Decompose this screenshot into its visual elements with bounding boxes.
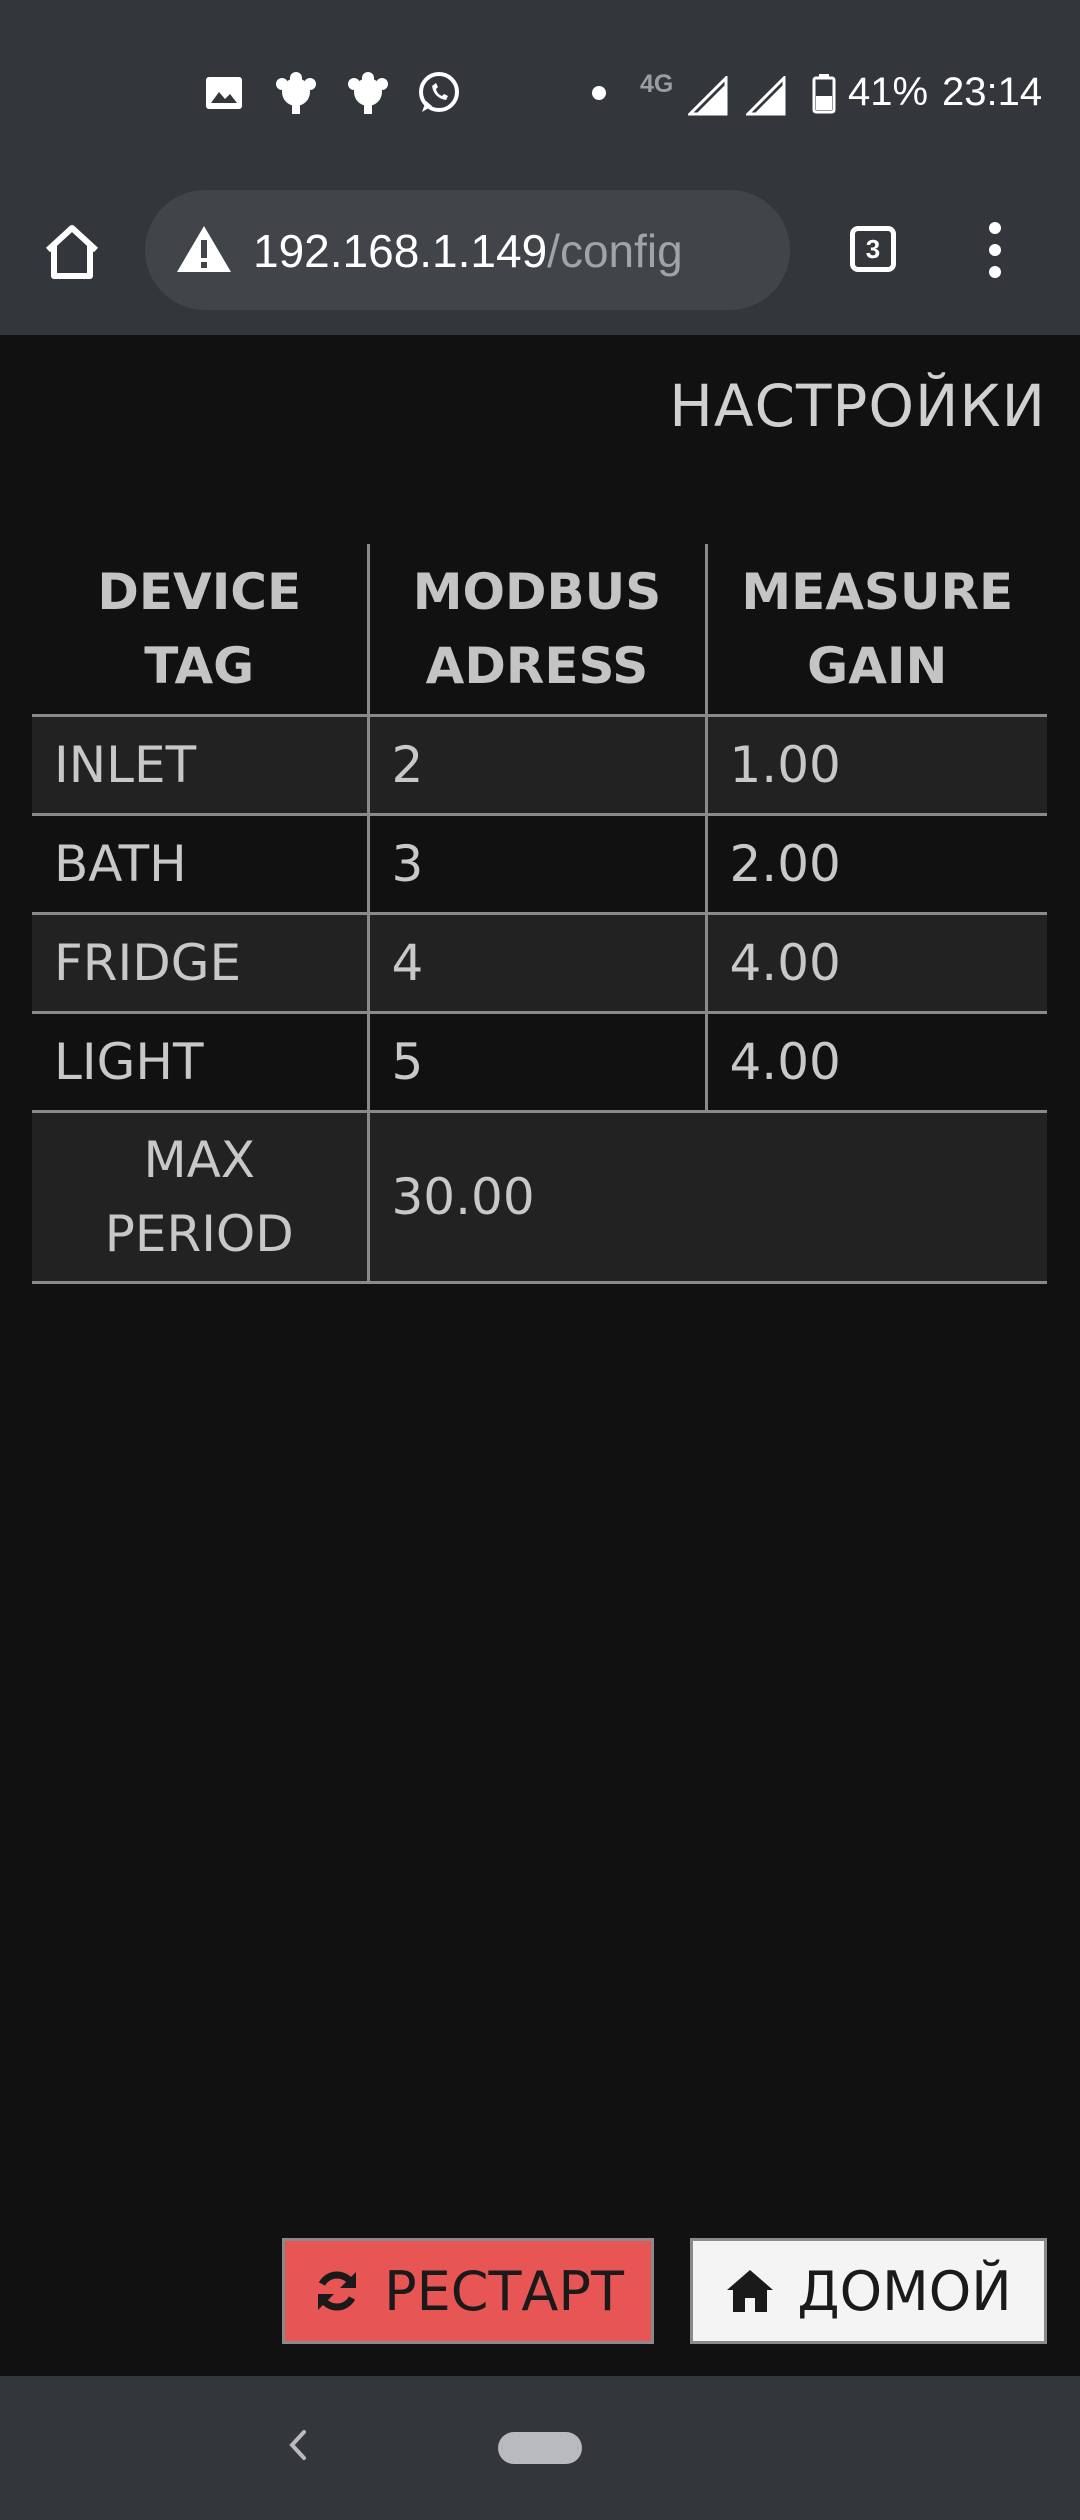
home-icon [727,2270,774,2312]
table-row: INLET 2 1.00 [32,715,1047,816]
table-row: FRIDGE 4 4.00 [32,913,1047,1014]
restart-label: РЕСТАРТ [384,2259,624,2323]
max-period-row: MAX PERIOD 30.00 [32,1111,1047,1284]
home-label: ДОМОЙ [797,2259,1012,2323]
modbus-address-cell[interactable]: 5 [366,1012,706,1113]
modbus-address-cell[interactable]: 4 [366,913,706,1014]
modbus-address-cell[interactable]: 2 [366,715,706,816]
header-line: ADRESS [425,637,649,695]
max-period-label-line: MAX [143,1131,256,1189]
table-header-row: DEVICE TAG MODBUS ADRESS MEASURE GAIN [32,544,1047,717]
whatsapp-icon [419,72,459,112]
page-title: НАСТРОЙКИ [669,372,1046,440]
header-modbus-address: MODBUS ADRESS [366,544,706,717]
header-measure-gain: MEASURE GAIN [704,544,1047,717]
restart-button[interactable]: РЕСТАРТ [282,2238,654,2344]
table-row: LIGHT 5 4.00 [32,1012,1047,1113]
url-path: /config [547,225,683,277]
url-host: 192.168.1.149 [253,225,548,277]
status-bar: 4G 41% 23:14 [0,0,1080,190]
header-device-tag: DEVICE TAG [32,544,368,717]
header-line: MODBUS [412,563,662,621]
device-tag-cell: INLET [32,715,368,816]
app-notification-icon [276,72,316,114]
device-tag-cell: FRIDGE [32,913,368,1014]
header-line: MEASURE [741,563,1014,621]
network-type: 4G [640,70,674,98]
measure-gain-cell[interactable]: 2.00 [704,814,1047,915]
measure-gain-cell[interactable]: 4.00 [704,913,1047,1014]
header-line: DEVICE [97,563,302,621]
clock: 23:14 [942,70,1043,114]
max-period-label-line: PERIOD [104,1205,294,1263]
url-text[interactable]: 192.168.1.149/config [253,224,683,278]
measure-gain-cell[interactable]: 1.00 [704,715,1047,816]
warning-icon[interactable] [175,224,233,274]
battery-icon [812,74,836,114]
more-vert-icon[interactable] [980,222,1010,278]
modbus-address-cell[interactable]: 3 [366,814,706,915]
header-line: TAG [144,637,255,695]
system-nav-bar [0,2376,1080,2520]
home-button[interactable]: ДОМОЙ [690,2238,1047,2344]
home-gesture-pill[interactable] [498,2432,582,2464]
header-line: GAIN [807,637,948,695]
app-notification-icon [348,72,388,114]
tabs-icon[interactable]: 3 [850,226,896,272]
table-row: BATH 3 2.00 [32,814,1047,915]
device-tag-cell: BATH [32,814,368,915]
address-bar[interactable]: 192.168.1.149/config [145,190,790,310]
config-table: DEVICE TAG MODBUS ADRESS MEASURE GAIN INLET… [32,544,1047,1284]
gallery-icon [206,77,242,109]
browser-toolbar: 192.168.1.149/config 3 [0,190,1080,335]
home-icon[interactable] [40,220,104,284]
battery-percent: 41% [848,70,929,114]
signal-icon [688,76,728,116]
refresh-icon [318,2271,357,2311]
max-period-value[interactable]: 30.00 [366,1111,1047,1284]
notification-dot [592,86,606,100]
measure-gain-cell[interactable]: 4.00 [704,1012,1047,1113]
screen: 4G 41% 23:14 192.168.1.149/config 3 НАСТ… [0,0,1080,2520]
max-period-label: MAX PERIOD [32,1111,368,1284]
signal-icon [746,76,786,116]
back-icon[interactable] [282,2420,312,2470]
device-tag-cell: LIGHT [32,1012,368,1113]
